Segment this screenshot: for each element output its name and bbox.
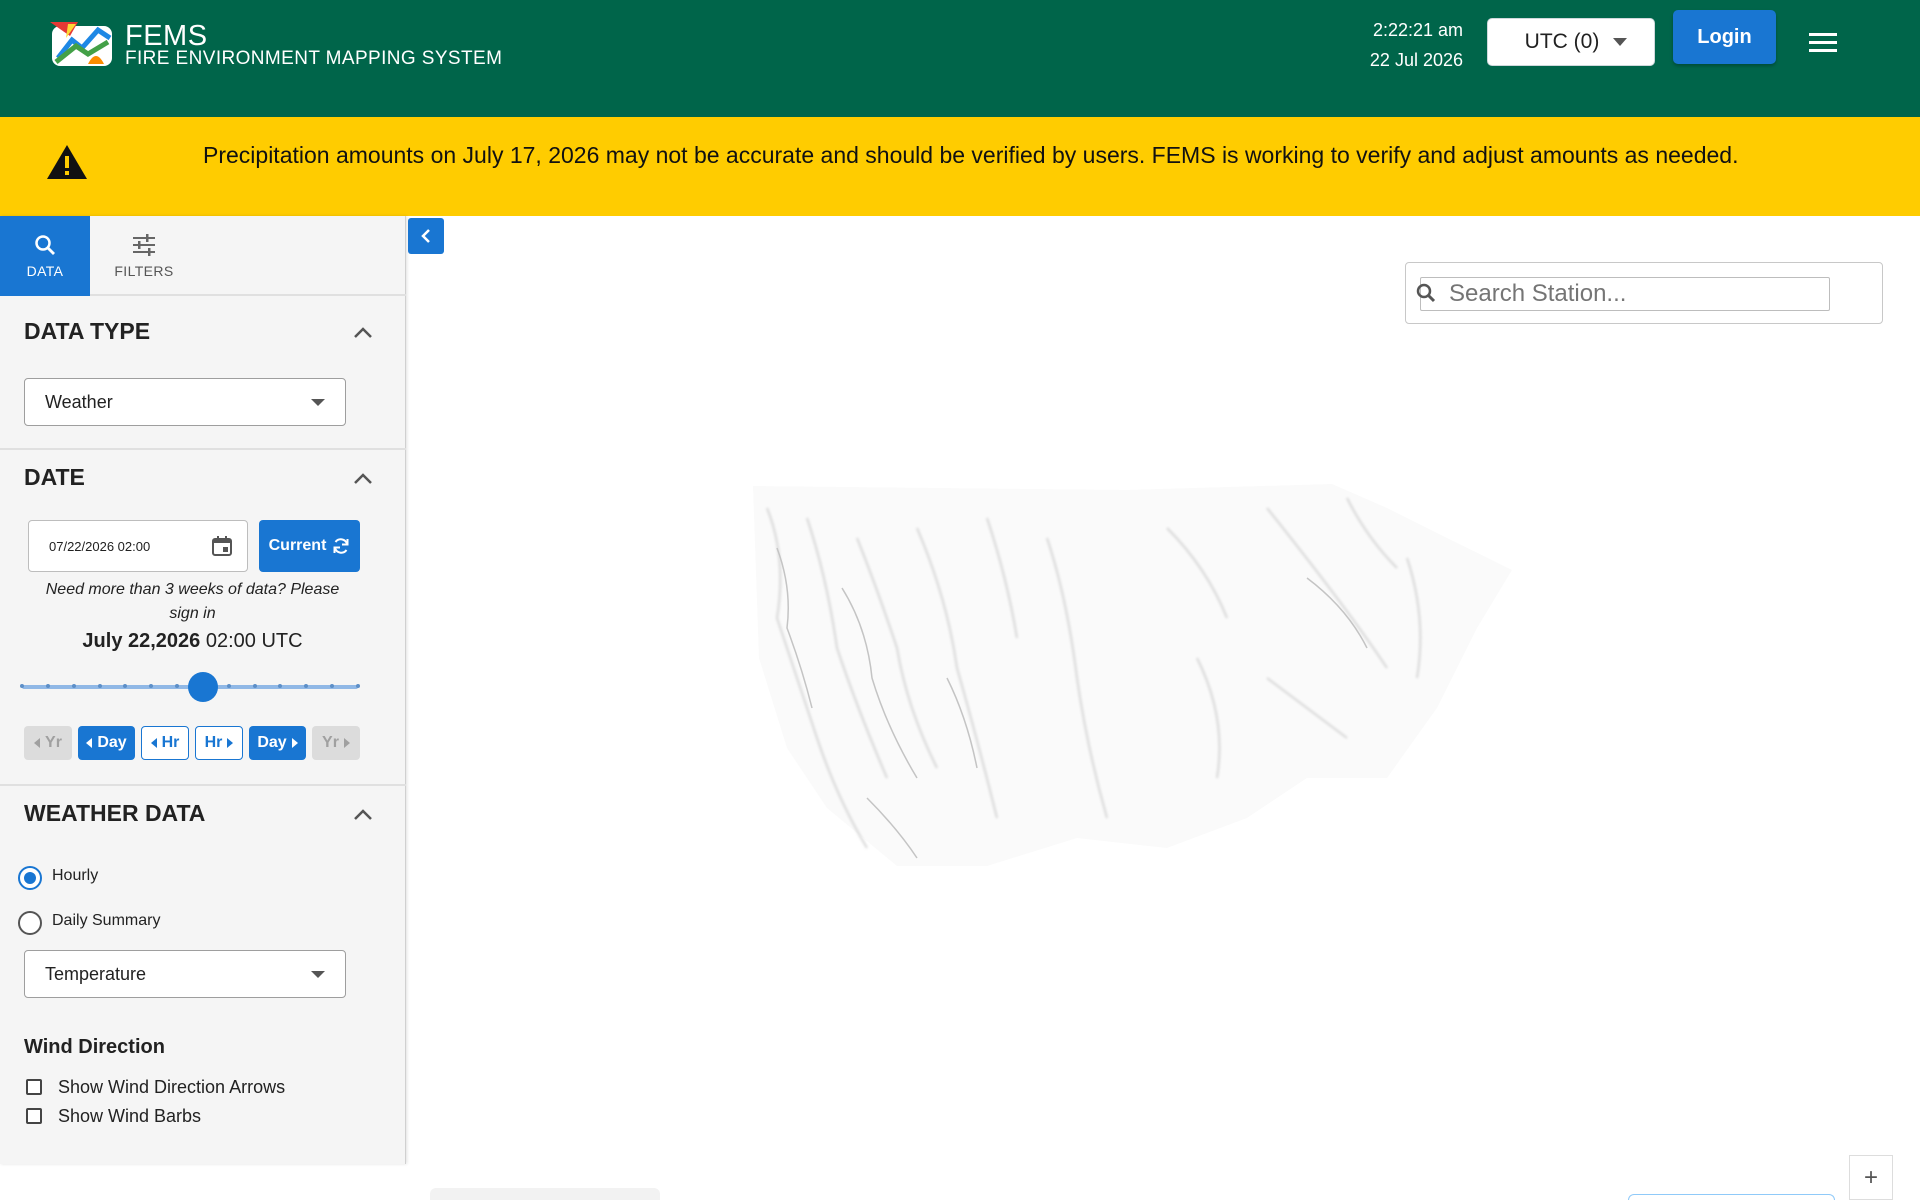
date-time-input[interactable]: 07/22/2026 02:00 [28,520,248,572]
collapse-sidebar-button[interactable] [408,218,444,254]
data-type-select[interactable]: Weather [24,378,346,426]
slider-tick [45,684,50,688]
date-heading: DATE [24,464,85,490]
slider-tick [356,684,360,688]
map-canvas[interactable] [407,216,1920,1200]
weather-variable-select[interactable]: Temperature [24,950,346,998]
login-button[interactable]: Login [1673,10,1776,64]
wind-direction-heading: Wind Direction [24,1036,165,1058]
timezone-value: UTC (0) [1524,30,1600,53]
selected-date-display: July 22,2026 02:00 UTC [0,630,385,653]
date-time-value: 07/22/2026 02:00 [49,538,151,554]
slider-tick [226,684,231,688]
hamburger-menu-icon[interactable] [1808,30,1838,54]
prev-year-button[interactable]: Yr [24,726,72,760]
station-search [1405,262,1883,324]
refresh-icon [333,538,349,554]
radio-daily-summary[interactable] [18,911,42,935]
sign-in-hint: Need more than 3 weeks of data? Please s… [45,581,340,622]
clock-time: 2:22:21 am [1372,20,1463,40]
caret-right-icon [291,738,298,748]
selected-time: 02:00 UTC [205,630,303,652]
caret-down-icon [1613,38,1628,46]
tab-filters-label: FILTERS [114,263,174,279]
slider-tick [20,684,24,688]
caret-right-icon [343,738,350,748]
tab-data[interactable]: DATA [0,216,90,296]
calendar-icon[interactable] [211,535,233,557]
weather-variable-value: Temperature [45,963,147,984]
weather-data-heading: WEATHER DATA [24,800,206,826]
clock-date: 22 Jul 2026 [1369,50,1463,70]
next-day-label: Day [257,734,287,751]
sidebar-tabs: DATA FILTERS [0,216,406,296]
wind-barbs-label: Show Wind Barbs [58,1106,202,1126]
alert-text: Precipitation amounts on July 17, 2026 m… [203,142,1739,168]
caret-right-icon [227,738,234,748]
wind-barbs-checkbox[interactable] [26,1108,42,1124]
current-label: Current [268,537,327,554]
app-header: FEMS FIRE ENVIRONMENT MAPPING SYSTEM 2:2… [0,0,1920,117]
selected-date: July 22,2026 [82,630,201,652]
bottom-panel-tab[interactable] [430,1188,660,1200]
caret-left-icon [34,738,41,748]
prev-day-label: Day [97,734,127,751]
caret-left-icon [86,738,93,748]
app-subtitle: FIRE ENVIRONMENT MAPPING SYSTEM [125,48,503,69]
slider-tick [71,684,76,688]
radio-hourly[interactable] [18,866,42,890]
next-hour-label: Hr [204,734,223,751]
fems-logo-icon [50,22,112,66]
alert-banner: Precipitation amounts on July 17, 2026 m… [0,117,1920,216]
radio-hourly-label: Hourly [52,867,99,884]
prev-year-label: Yr [45,734,62,751]
data-type-value: Weather [45,391,113,412]
zoom-in-button[interactable]: + [1849,1155,1893,1200]
warning-icon [47,145,87,179]
current-time-button[interactable]: Current [259,520,360,572]
prev-day-button[interactable]: Day [78,726,135,760]
caret-down-icon [311,971,325,978]
chevron-up-icon[interactable] [352,808,374,822]
date-slider-thumb[interactable] [188,672,219,702]
chevron-up-icon[interactable] [352,472,374,486]
next-day-button[interactable]: Day [249,726,306,760]
prev-hour-label: Hr [161,734,180,751]
section-divider [0,448,406,450]
radio-daily-summary-label: Daily Summary [52,912,161,929]
next-hour-button[interactable]: Hr [195,726,243,760]
chevron-left-icon [421,229,430,243]
wind-arrows-label: Show Wind Direction Arrows [58,1077,286,1097]
caret-down-icon [311,399,325,406]
us-terrain-map [753,484,1512,866]
search-icon [35,235,55,255]
next-year-label: Yr [322,734,339,751]
prev-hour-button[interactable]: Hr [141,726,189,760]
sidebar: DATA FILTERS DATA TYPE Weather DATE 07/2… [0,216,406,1164]
tab-filters[interactable]: FILTERS [98,216,190,296]
slider-tick [252,684,257,688]
chevron-up-icon[interactable] [352,326,374,340]
search-icon [1416,283,1436,303]
section-divider [0,784,406,786]
tab-data-label: DATA [26,263,64,279]
caret-left-icon [150,738,157,748]
timezone-select[interactable]: UTC (0) [1487,18,1655,66]
next-year-button[interactable]: Yr [312,726,360,760]
bottom-panel-tab-right[interactable] [1628,1194,1835,1200]
wind-arrows-checkbox[interactable] [26,1079,42,1095]
search-input[interactable] [1420,277,1830,311]
clock: 2:22:21 am 22 Jul 2026 [1370,15,1463,75]
tune-icon [133,234,155,256]
slider-tick [97,684,102,688]
data-type-heading: DATA TYPE [24,318,151,344]
